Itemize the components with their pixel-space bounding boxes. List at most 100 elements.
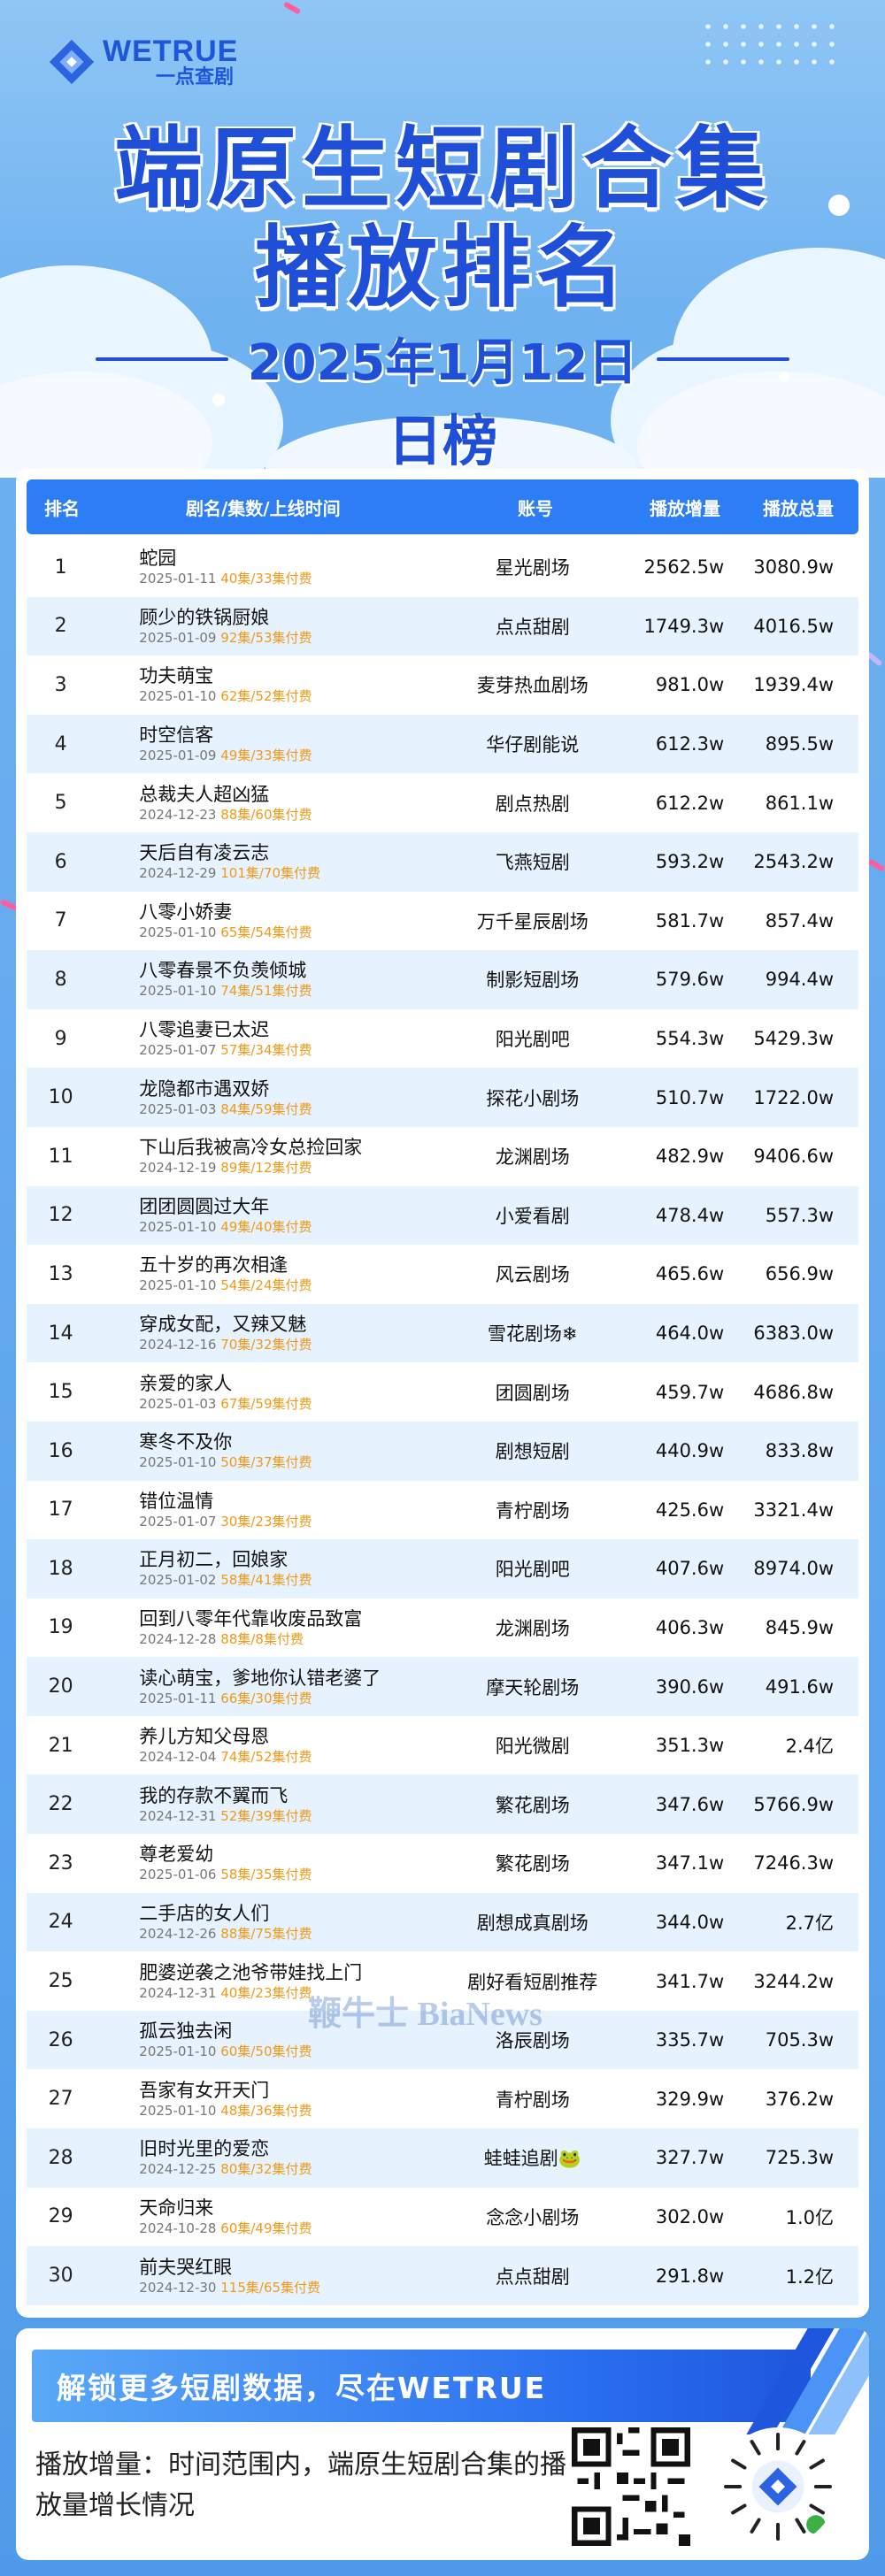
rank-cell: 27: [48, 2088, 73, 2111]
drama-title: 顾少的铁锅厨娘: [139, 606, 270, 628]
total-cell: 861.1w: [765, 792, 835, 814]
rank-cell: 3: [54, 673, 67, 696]
divider: [95, 356, 228, 361]
drama-meta: 2024-12-29 101集/70集付费: [139, 864, 438, 882]
drama-meta: 2025-01-10 62集/52集付费: [139, 687, 438, 705]
table-row: 18 正月初二，回娘家 2025-01-02 58集/41集付费 阳光剧吧 407.6w…: [27, 1539, 858, 1598]
increase-cell: 579.6w: [655, 969, 725, 991]
increase-cell: 327.7w: [655, 2147, 725, 2169]
account-cell: 小爱看剧: [495, 1205, 570, 1227]
table-row: 20 读心萌宝，爹地你认错老婆了 2025-01-11 66集/30集付费 摩天轮剧场…: [27, 1657, 858, 1716]
episode-count: 84集/59集付费: [220, 1100, 312, 1117]
table-row: 5 总裁夫人超凶猛 2024-12-23 88集/60集付费 剧点热剧 612.2w 86…: [27, 773, 858, 832]
account-cell: 剧点热剧: [495, 793, 570, 815]
total-cell: 994.4w: [765, 969, 835, 991]
drama-meta: 2025-01-07 30集/23集付费: [139, 1513, 438, 1530]
episode-count: 50集/37集付费: [220, 1454, 312, 1471]
increase-cell: 407.6w: [655, 1558, 725, 1580]
account-cell: 念念小剧场: [486, 2206, 580, 2228]
total-cell: 5766.9w: [753, 1793, 835, 1815]
account-cell: 剧好看短剧推荐: [467, 1971, 598, 1993]
brand-subtitle: 一点查剧: [156, 66, 235, 88]
increase-cell: 302.0w: [655, 2205, 725, 2227]
total-cell: 4016.5w: [753, 615, 835, 637]
release-date: 2024-12-31: [139, 1807, 217, 1824]
mini-program-code[interactable]: [719, 2427, 837, 2546]
episode-count: 66集/30集付费: [220, 1690, 312, 1706]
release-date: 2025-01-10: [139, 983, 217, 1000]
report-date: 2025年1月12日: [247, 334, 638, 392]
rank-cell: 29: [48, 2205, 73, 2228]
release-date: 2024-12-04: [139, 1749, 217, 1766]
release-date: 2024-12-28: [139, 1630, 217, 1647]
table-row: 7 八零小娇妻 2025-01-10 65集/54集付费 万千星辰剧场 581.7w 85…: [27, 892, 858, 951]
rank-cell: 10: [48, 1086, 73, 1109]
account-cell: 繁花剧场: [495, 1794, 570, 1816]
release-date: 2024-12-23: [139, 806, 217, 823]
total-cell: 725.3w: [765, 2147, 835, 2169]
release-date: 2025-01-09: [139, 629, 217, 646]
drama-meta: 2025-01-10 60集/50集付费: [139, 2043, 438, 2060]
release-date: 2024-12-26: [139, 1925, 217, 1942]
title-cell: 错位温情 2025-01-07 30集/23集付费: [95, 1490, 438, 1530]
total-cell: 833.8w: [765, 1440, 835, 1462]
promo-banner[interactable]: 解锁更多短剧数据，尽在WETRUE: [32, 2350, 811, 2422]
rank-cell: 28: [48, 2146, 73, 2169]
release-date: 2024-12-31: [139, 1984, 217, 2001]
episode-count: 67集/59集付费: [220, 1395, 312, 1412]
board-label: 日榜: [387, 409, 497, 473]
table-row: 22 我的存款不翼而飞 2024-12-31 52集/39集付费 繁花剧场 347.6w…: [27, 1775, 858, 1835]
title-cell: 天命归来 2024-10-28 60集/49集付费: [95, 2196, 438, 2237]
total-cell: 6383.0w: [753, 1322, 835, 1345]
rank-cell: 13: [48, 1262, 73, 1285]
table-row: 24 二手店的女人们 2024-12-26 88集/75集付费 剧想成真剧场 344.0…: [27, 1892, 858, 1952]
drama-title: 我的存款不翼而飞: [139, 1784, 289, 1806]
table-row: 25 肥婆逆袭之池爷带娃找上门 2024-12-31 40集/23集付费 剧好看短剧推…: [27, 1951, 858, 2011]
drama-meta: 2025-01-10 50集/37集付费: [139, 1453, 438, 1471]
title-cell: 旧时光里的爱恋 2024-12-25 80集/32集付费: [95, 2137, 438, 2178]
release-date: 2025-01-10: [139, 2102, 217, 2119]
increase-cell: 344.0w: [655, 1911, 725, 1933]
rank-cell: 14: [48, 1322, 73, 1345]
account-cell: 青柠剧场: [495, 2089, 570, 2111]
rank-cell: 9: [54, 1027, 67, 1050]
increase-cell: 425.6w: [655, 1499, 725, 1521]
release-date: 2025-01-10: [139, 688, 217, 705]
table-row: 28 旧时光里的爱恋 2024-12-25 80集/32集付费 蛙蛙追剧🐸 327.7w…: [27, 2128, 858, 2188]
ranking-table: 排名 剧名/集数/上线时间 账号 播放增量 播放总量 1 蛇园 2025-01-11…: [16, 469, 869, 2318]
rank-cell: 8: [54, 968, 67, 991]
rank-cell: 4: [54, 732, 67, 755]
title-cell: 孤云独去闲 2025-01-10 60集/50集付费: [95, 2020, 438, 2060]
dot-pattern: [699, 18, 841, 71]
total-cell: 5429.3w: [753, 1028, 835, 1050]
footnote: 播放增量：时间范围内，端原生短剧合集的播放量增长情况: [35, 2450, 566, 2521]
drama-meta: 2024-12-28 88集/8集付费: [139, 1630, 438, 1648]
episode-count: 54集/24集付费: [220, 1277, 312, 1294]
rank-cell: 11: [48, 1145, 73, 1168]
rank-cell: 18: [48, 1557, 73, 1580]
release-date: 2025-01-07: [139, 1042, 217, 1059]
account-cell: 点点甜剧: [495, 2266, 570, 2288]
table-row: 1 蛇园 2025-01-11 40集/33集付费 星光剧场 2562.5w 3080.9…: [27, 538, 858, 597]
episode-count: 48集/36集付费: [220, 2102, 312, 2119]
drama-title: 八零春景不负羡倾城: [139, 960, 307, 982]
title-cell: 我的存款不翼而飞 2024-12-31 52集/39集付费: [95, 1784, 438, 1825]
account-cell: 点点甜剧: [495, 616, 570, 638]
table-row: 15 亲爱的家人 2025-01-03 67集/59集付费 团圆剧场 459.7w 468…: [27, 1362, 858, 1422]
total-cell: 3080.9w: [753, 556, 835, 579]
table-row: 10 龙隐都市遇双娇 2025-01-03 84集/59集付费 探花小剧场 510.7w…: [27, 1068, 858, 1127]
drama-title: 亲爱的家人: [139, 1372, 233, 1394]
release-date: 2024-10-28: [139, 2220, 217, 2236]
title-cell: 亲爱的家人 2025-01-03 67集/59集付费: [95, 1372, 438, 1413]
episode-count: 101集/70集付费: [220, 865, 321, 882]
increase-cell: 482.9w: [655, 1146, 725, 1168]
increase-cell: 329.9w: [655, 2088, 725, 2110]
title-cell: 龙隐都市遇双娇 2025-01-03 84集/59集付费: [95, 1077, 438, 1118]
release-date: 2025-01-02: [139, 1572, 217, 1589]
rank-cell: 30: [48, 2265, 73, 2288]
drama-meta: 2024-12-26 88集/75集付费: [139, 1925, 438, 1943]
increase-cell: 593.2w: [655, 851, 725, 873]
episode-count: 30集/23集付费: [220, 1513, 312, 1530]
wechat-qr-code[interactable]: [572, 2427, 690, 2546]
episode-count: 58集/41集付费: [220, 1572, 312, 1589]
